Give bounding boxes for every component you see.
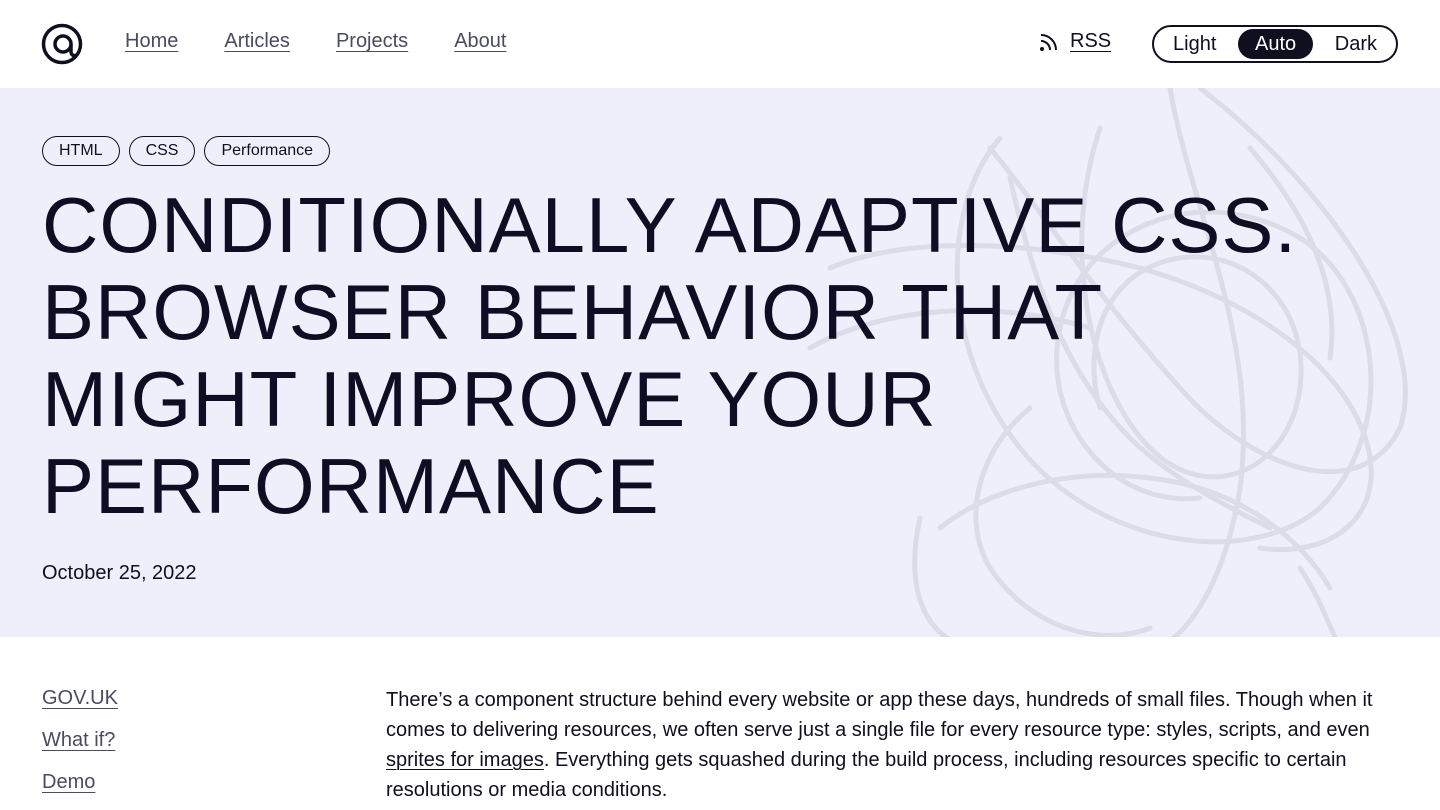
article-hero: HTML CSS Performance CONDITIONALLY ADAPT… [0, 88, 1440, 637]
publish-date: October 25, 2022 [42, 562, 197, 584]
theme-option-auto[interactable]: Auto [1237, 29, 1314, 59]
rss-icon [1038, 31, 1060, 53]
paragraph-text-start: There’s a component structure behind eve… [386, 689, 1373, 741]
nav-about[interactable]: About [454, 30, 506, 53]
main-nav: Home Articles Projects About [125, 30, 506, 53]
title-line-4: PERFORMANCE [42, 442, 660, 530]
nav-home[interactable]: Home [125, 30, 178, 53]
article-body: There’s a component structure behind eve… [386, 685, 1386, 805]
theme-option-dark[interactable]: Dark [1318, 29, 1394, 59]
toc-item-demo[interactable]: Demo [42, 770, 118, 794]
tag-html[interactable]: HTML [42, 136, 120, 166]
sprites-link[interactable]: sprites for images [386, 749, 544, 771]
article-paragraph: There’s a component structure behind eve… [386, 685, 1386, 805]
rss-link-group: RSS [1038, 30, 1111, 53]
title-line-3: MIGHT IMPROVE YOUR [42, 355, 937, 443]
nav-articles[interactable]: Articles [224, 30, 290, 53]
site-header: Home Articles Projects About RSS Light A… [0, 0, 1440, 88]
title-line-2: BROWSER BEHAVIOR THAT [42, 268, 1104, 356]
theme-option-light[interactable]: Light [1156, 29, 1233, 59]
tag-performance[interactable]: Performance [204, 136, 331, 166]
table-of-contents: GOV.UK What if? Demo [42, 686, 118, 794]
article-title: CONDITIONALLY ADAPTIVE CSS. BROWSER BEHA… [42, 182, 1412, 530]
nav-projects[interactable]: Projects [336, 30, 408, 53]
rss-link[interactable]: RSS [1070, 30, 1111, 53]
tag-css[interactable]: CSS [128, 136, 196, 166]
toc-item-govuk[interactable]: GOV.UK [42, 686, 118, 710]
toc-item-what-if[interactable]: What if? [42, 728, 118, 752]
title-line-1: CONDITIONALLY ADAPTIVE CSS. [42, 181, 1298, 269]
theme-switch: Light Auto Dark [1152, 25, 1398, 63]
logo-icon[interactable] [41, 23, 83, 65]
tag-list: HTML CSS Performance [42, 136, 331, 166]
